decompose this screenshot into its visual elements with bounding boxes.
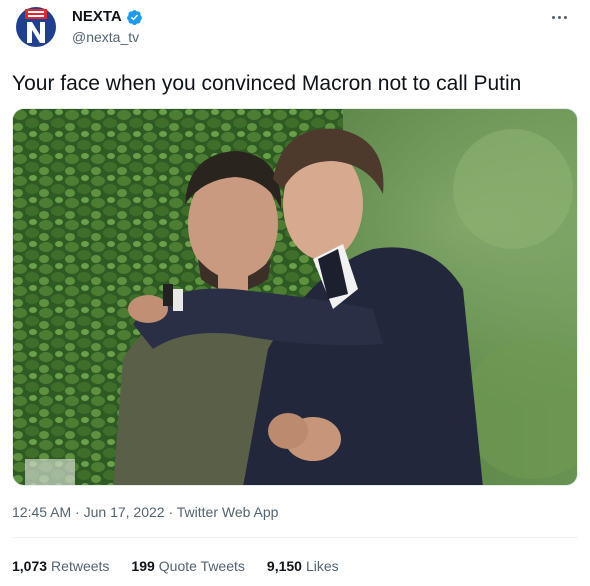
likes-stat[interactable]: 9,150 Likes — [267, 556, 339, 576]
author-name-text[interactable]: NEXTA — [72, 7, 122, 27]
avatar[interactable] — [15, 6, 57, 48]
more-options-icon[interactable] — [548, 6, 570, 28]
tweet-date[interactable]: Jun 17, 2022 — [84, 504, 165, 520]
retweets-label: Retweets — [51, 558, 110, 574]
tweet-time[interactable]: 12:45 AM — [12, 504, 71, 520]
tweet-meta: 12:45 AM · Jun 17, 2022 · Twitter Web Ap… — [12, 502, 278, 522]
tweet-text: Your face when you convinced Macron not … — [12, 72, 522, 95]
quote-tweets-stat[interactable]: 199 Quote Tweets — [131, 556, 245, 576]
nexta-logo-icon — [16, 7, 56, 47]
author-name[interactable]: NEXTA — [72, 7, 143, 27]
divider — [12, 537, 578, 538]
verified-badge-icon — [126, 9, 142, 25]
tweet-source[interactable]: Twitter Web App — [177, 504, 279, 520]
meta-separator: · — [168, 504, 174, 520]
retweets-stat[interactable]: 1,073 Retweets — [12, 556, 109, 576]
likes-label: Likes — [305, 558, 339, 574]
tweet-photo[interactable] — [12, 108, 578, 486]
tweet: NEXTA @nexta_tv Your face when you convi… — [0, 0, 590, 586]
tweet-stats: 1,073 Retweets 199 Quote Tweets 9,150 Likes — [12, 556, 361, 576]
meta-separator: · — [75, 504, 80, 520]
likes-count: 9,150 — [266, 558, 302, 574]
author-handle[interactable]: @nexta_tv — [72, 28, 139, 46]
quote-tweets-label: Quote Tweets — [158, 558, 245, 574]
retweets-count: 1,073 — [12, 558, 48, 574]
quote-tweets-count: 199 — [131, 558, 155, 574]
photo-illustration — [13, 109, 577, 485]
